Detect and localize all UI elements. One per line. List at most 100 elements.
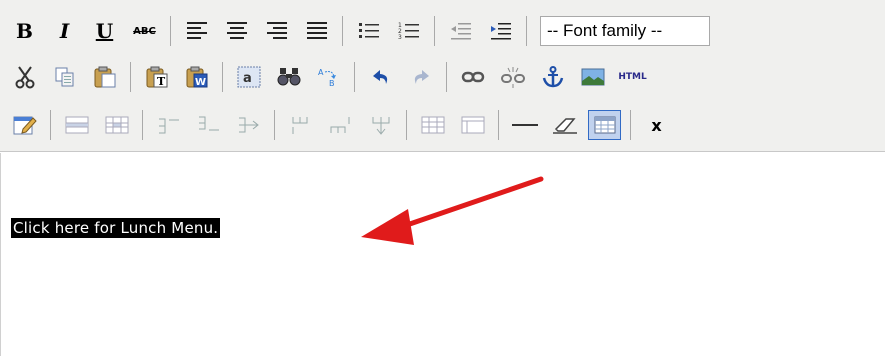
insert-col-after-button[interactable] — [324, 110, 357, 140]
undo-button[interactable] — [364, 62, 397, 92]
html-source-button[interactable]: HTML — [616, 62, 649, 92]
svg-text:A: A — [318, 68, 324, 77]
find-icon — [277, 68, 300, 86]
insert-col-before-button[interactable] — [284, 110, 317, 140]
toolbar-separator — [406, 110, 407, 140]
merge-cells-button[interactable] — [456, 110, 489, 140]
eraser-button[interactable] — [548, 110, 581, 140]
unlink-icon — [500, 67, 525, 88]
more-icon: x — [651, 115, 662, 135]
insert-col-after-icon — [330, 117, 349, 133]
toolbar-separator — [446, 62, 447, 92]
svg-text:3: 3 — [398, 34, 402, 41]
image-button[interactable] — [576, 62, 609, 92]
anchor-icon — [542, 66, 563, 88]
table-cell-props-button[interactable] — [100, 110, 133, 140]
edit-icon — [13, 116, 37, 135]
replace-button[interactable]: AB — [312, 62, 345, 92]
align-right-button[interactable] — [260, 16, 293, 46]
insert-row-before-icon — [158, 118, 179, 134]
font-family-select[interactable]: -- Font family -- — [540, 16, 710, 46]
unlink-button[interactable] — [496, 62, 529, 92]
align-center-icon — [226, 22, 247, 39]
redo-button[interactable] — [404, 62, 437, 92]
toolbar-separator — [50, 110, 51, 140]
align-left-icon — [186, 22, 207, 39]
selected-link-text[interactable]: Click here for Lunch Menu. — [11, 218, 221, 238]
insert-row-after-button[interactable] — [192, 110, 225, 140]
delete-row-icon — [238, 117, 259, 133]
svg-text:T: T — [157, 75, 166, 88]
bold-icon: B — [16, 19, 33, 43]
link-icon — [461, 71, 484, 83]
select-all-icon: a — [237, 66, 260, 88]
replace-icon: AB — [318, 68, 336, 88]
copy-icon — [55, 67, 73, 87]
numbered-list-button[interactable]: 123 — [392, 16, 425, 46]
toolbar-separator — [526, 16, 527, 46]
copy-button[interactable] — [48, 62, 81, 92]
indent-icon — [490, 23, 511, 40]
numbered-list-icon: 123 — [398, 22, 419, 41]
align-center-button[interactable] — [220, 16, 253, 46]
align-justify-button[interactable] — [300, 16, 333, 46]
paste-button[interactable] — [88, 62, 121, 92]
table-row-props-button[interactable] — [60, 110, 93, 140]
toolbar-separator — [630, 110, 631, 140]
bold-button[interactable]: B — [8, 16, 41, 46]
toolbar-row-formatting: B I U ABC 123 -- Font family -- — [8, 12, 710, 50]
strikethrough-button[interactable]: ABC — [128, 16, 161, 46]
align-left-button[interactable] — [180, 16, 213, 46]
delete-row-button[interactable] — [232, 110, 265, 140]
paste-text-icon: T — [146, 66, 167, 88]
bullet-list-button[interactable] — [352, 16, 385, 46]
cut-button[interactable] — [8, 62, 41, 92]
toolbar-row-clipboard: T W a AB HTML — [8, 58, 656, 96]
delete-col-icon — [372, 117, 389, 135]
red-arrow-annotation — [361, 176, 544, 245]
edit-button[interactable] — [8, 110, 41, 140]
horizontal-rule-icon — [511, 124, 538, 126]
horizontal-rule-button[interactable] — [508, 110, 541, 140]
image-icon — [581, 68, 604, 86]
select-all-button[interactable]: a — [232, 62, 265, 92]
paste-word-icon: W — [186, 66, 207, 88]
table-button[interactable] — [588, 110, 621, 140]
align-right-icon — [266, 22, 287, 39]
toolbar-separator — [142, 110, 143, 140]
table-row-props-icon — [65, 116, 88, 134]
strikethrough-icon: ABC — [133, 25, 156, 37]
italic-button[interactable]: I — [48, 16, 81, 46]
indent-button[interactable] — [484, 16, 517, 46]
toolbar-separator — [342, 16, 343, 46]
anchor-button[interactable] — [536, 62, 569, 92]
editor-content-area[interactable]: Click here for Lunch Menu. — [0, 153, 885, 356]
toolbar-separator — [274, 110, 275, 140]
split-cells-button[interactable] — [416, 110, 449, 140]
merge-cells-icon — [461, 116, 484, 134]
toolbar-separator — [130, 62, 131, 92]
svg-text:B: B — [329, 79, 335, 88]
toolbar-row-table: x — [8, 106, 680, 144]
more-button[interactable]: x — [640, 110, 673, 140]
underline-button[interactable]: U — [88, 16, 121, 46]
outdent-icon — [450, 23, 471, 40]
underline-icon: U — [95, 19, 114, 43]
find-button[interactable] — [272, 62, 305, 92]
insert-row-after-icon — [198, 116, 219, 131]
table-icon — [594, 116, 615, 134]
redo-icon — [414, 70, 429, 84]
delete-col-button[interactable] — [364, 110, 397, 140]
paste-text-button[interactable]: T — [140, 62, 173, 92]
outdent-button[interactable] — [444, 16, 477, 46]
cut-icon — [15, 66, 34, 89]
paste-word-button[interactable]: W — [180, 62, 213, 92]
toolbar-separator — [498, 110, 499, 140]
insert-row-before-button[interactable] — [152, 110, 185, 140]
paste-icon — [94, 66, 115, 88]
split-cells-icon — [421, 116, 444, 134]
svg-text:W: W — [195, 77, 206, 88]
link-button[interactable] — [456, 62, 489, 92]
align-justify-icon — [306, 22, 327, 39]
font-family-select-value: -- Font family -- — [547, 21, 663, 40]
